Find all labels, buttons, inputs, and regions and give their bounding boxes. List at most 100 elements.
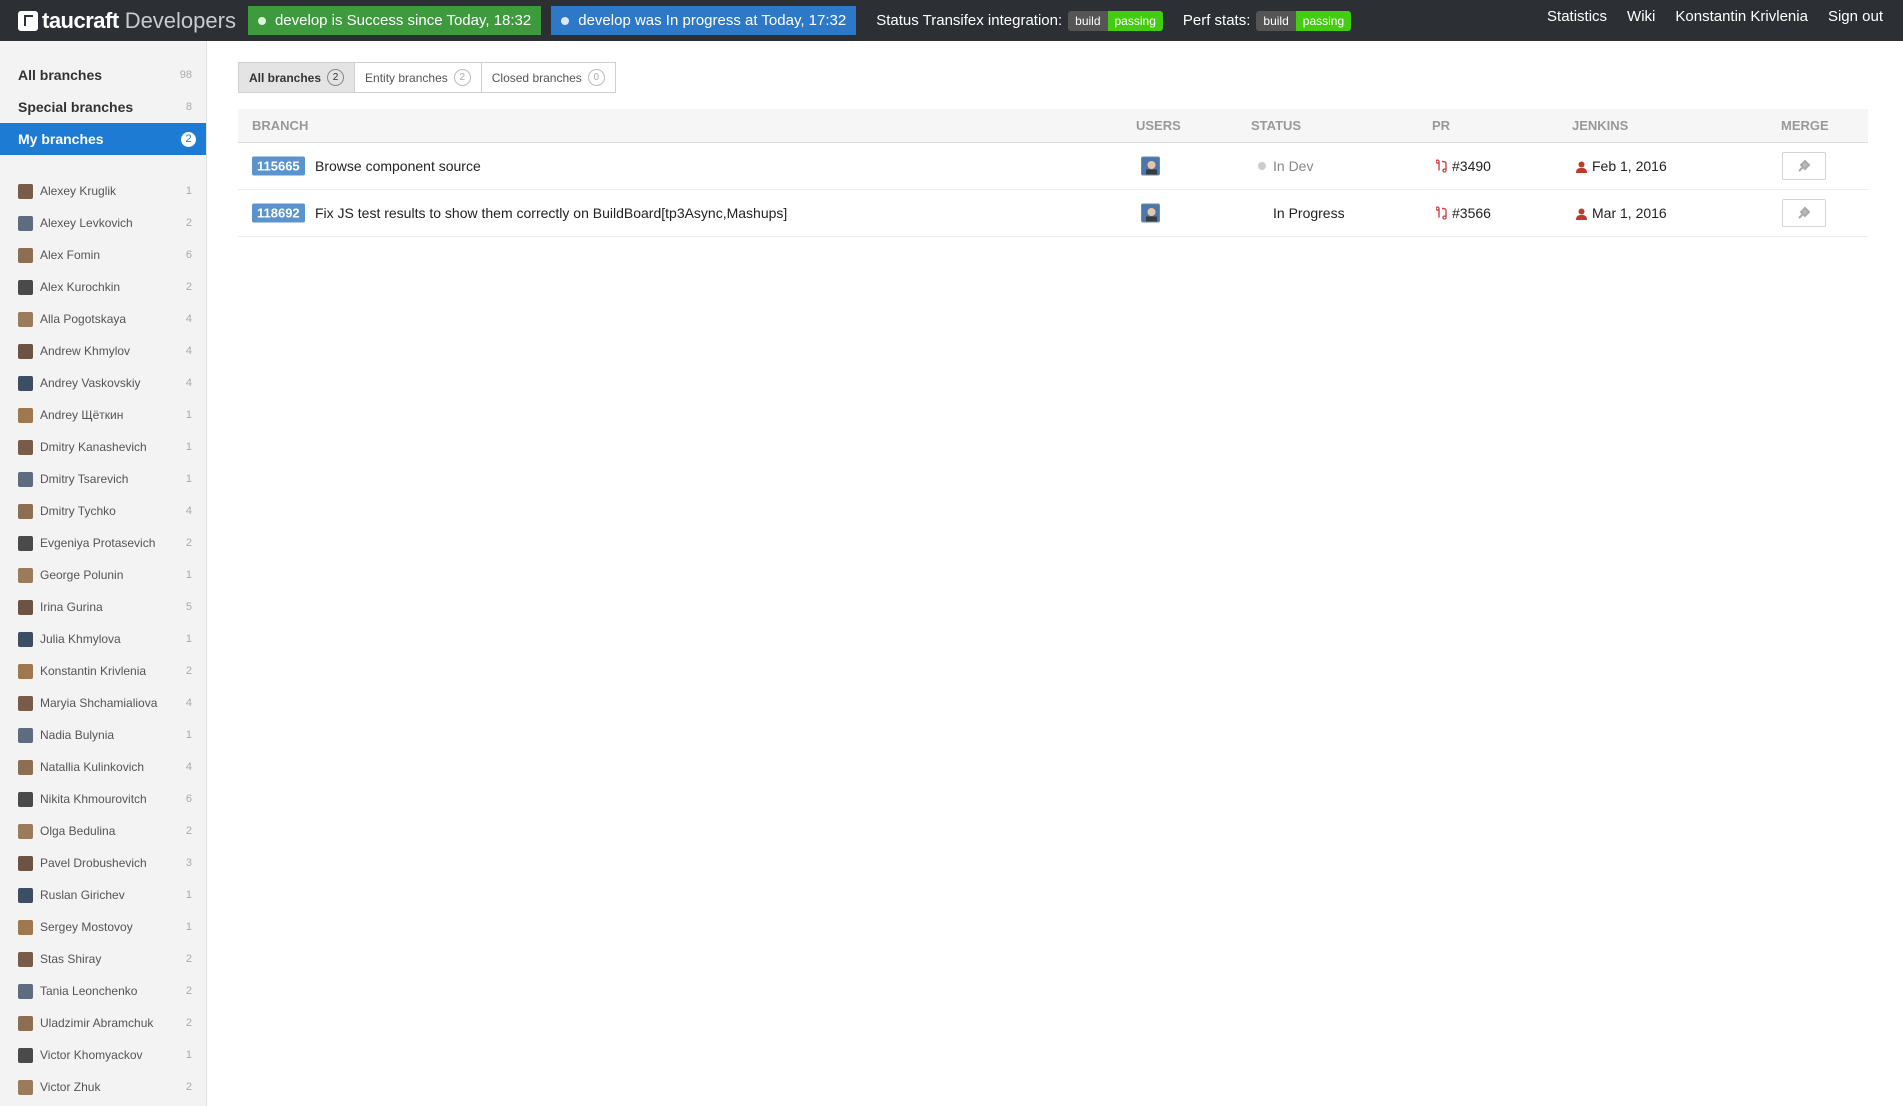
develop-success-status[interactable]: develop is Success since Today, 18:32 (247, 6, 542, 35)
user-avatar-icon (18, 791, 33, 807)
sidebar-user-item[interactable]: Sergey Mostovoy 1 (0, 911, 206, 943)
wiki-link[interactable]: Wiki (1627, 8, 1655, 25)
sidebar-item-special-branches[interactable]: Special branches 8 (0, 91, 206, 123)
sidebar-user-item[interactable]: Alexey Levkovich 2 (0, 207, 206, 239)
header-merge[interactable]: MERGE (1781, 118, 1829, 133)
sidebar-user-item[interactable]: Nadia Bulynia 1 (0, 719, 206, 751)
sidebar-user-item[interactable]: Alexey Kruglik 1 (0, 175, 206, 207)
tab-closed-branches[interactable]: Closed branches 0 (480, 62, 616, 93)
user-avatar-icon (18, 503, 33, 519)
user-branch-count: 2 (185, 985, 192, 997)
sidebar-user-item[interactable]: Nikita Khmourovitch 6 (0, 783, 206, 815)
brand-name: taucraft (42, 7, 119, 33)
statistics-link[interactable]: Statistics (1547, 8, 1607, 25)
top-links: Statistics Wiki Konstantin Krivlenia Sig… (1547, 0, 1903, 33)
badge-passing-label: passing (1107, 10, 1163, 31)
sidebar-item-my-branches[interactable]: My branches 2 (0, 123, 206, 155)
user-avatar-icon (18, 599, 33, 615)
sidebar-user-item[interactable]: Dmitry Tychko 4 (0, 495, 206, 527)
taucraft-logo-icon (18, 10, 38, 31)
tab-all-branches[interactable]: All branches 2 (238, 62, 356, 93)
user-branch-count: 4 (185, 505, 192, 517)
current-user-link[interactable]: Konstantin Krivlenia (1675, 8, 1808, 25)
brand-logo[interactable]: taucraft Developers (18, 0, 236, 41)
sidebar-user-item[interactable]: Victor Zhuk 2 (0, 1071, 206, 1103)
user-name: Konstantin Krivlenia (40, 664, 147, 678)
header-branch[interactable]: BRANCH (252, 118, 308, 133)
user-name: Ruslan Girichev (40, 888, 125, 902)
merge-button[interactable] (1782, 199, 1826, 227)
user-avatar-icon (18, 471, 33, 487)
pr-number[interactable]: #3566 (1452, 205, 1491, 221)
sidebar-user-item[interactable]: Natallia Kulinkovich 4 (0, 751, 206, 783)
develop-progress-status[interactable]: develop was In progress at Today, 17:32 (551, 6, 857, 35)
tab-count: 2 (453, 69, 471, 86)
user-avatar-icon (18, 375, 33, 391)
sidebar-user-item[interactable]: Olga Bedulina 2 (0, 815, 206, 847)
merge-icon (1798, 206, 1811, 219)
branch-id-badge[interactable]: 118692 (252, 203, 305, 223)
transifex-build-badge[interactable]: build passing (1068, 10, 1163, 31)
user-name: Natallia Kulinkovich (40, 760, 145, 774)
jenkins-status-icon (1576, 207, 1587, 220)
sidebar-user-item[interactable]: Victor Khomyackov 1 (0, 1039, 206, 1071)
jenkins-date[interactable]: Feb 1, 2016 (1592, 158, 1667, 174)
jenkins-date[interactable]: Mar 1, 2016 (1592, 205, 1667, 221)
user-branch-count: 2 (185, 281, 192, 293)
perf-label: Perf stats: (1182, 12, 1251, 29)
user-name: Alex Kurochkin (40, 280, 121, 294)
sidebar-user-item[interactable]: Julia Khmylova 1 (0, 623, 206, 655)
sidebar-user-item[interactable]: Andrey Щёткин 1 (0, 399, 206, 431)
header-users[interactable]: USERS (1136, 118, 1181, 133)
pull-request-icon (1435, 206, 1449, 220)
pull-request-icon (1435, 159, 1449, 173)
branch-id-badge[interactable]: 115665 (252, 156, 305, 176)
sidebar-user-item[interactable]: Evgeniya Protasevich 2 (0, 527, 206, 559)
sidebar-user-item[interactable]: Dmitry Kanashevich 1 (0, 431, 206, 463)
user-name: Nikita Khmourovitch (40, 792, 147, 806)
sidebar-user-item[interactable]: Maryia Shchamialiova 4 (0, 687, 206, 719)
pr-number[interactable]: #3490 (1452, 158, 1491, 174)
header-status[interactable]: STATUS (1251, 118, 1301, 133)
sidebar-user-item[interactable]: Andrey Vaskovskiy 4 (0, 367, 206, 399)
header-pr[interactable]: PR (1432, 118, 1450, 133)
sidebar-user-item[interactable]: Tania Leonchenko 2 (0, 975, 206, 1007)
tab-entity-branches[interactable]: Entity branches 2 (354, 62, 482, 93)
header-jenkins[interactable]: JENKINS (1572, 118, 1628, 133)
sidebar-user-item[interactable]: Andrew Khmylov 4 (0, 335, 206, 367)
sidebar-user-item[interactable]: Alex Fomin 6 (0, 239, 206, 271)
sidebar-user-item[interactable]: Alla Pogotskaya 4 (0, 303, 206, 335)
sidebar-user-item[interactable]: George Polunin 1 (0, 559, 206, 591)
user-name: Nadia Bulynia (40, 728, 115, 742)
user-avatar-icon (18, 823, 33, 839)
perf-build-badge[interactable]: build passing (1256, 10, 1352, 31)
user-branch-count: 4 (185, 313, 192, 325)
sidebar-user-item[interactable]: Stas Shiray 2 (0, 943, 206, 975)
sidebar-user-item[interactable]: Uladzimir Abramchuk 2 (0, 1007, 206, 1039)
merge-button[interactable] (1782, 152, 1826, 180)
table-row[interactable]: 115665 Browse component source In Dev #3… (238, 143, 1868, 190)
branch-title[interactable]: Browse component source (315, 158, 481, 174)
sign-out-link[interactable]: Sign out (1828, 8, 1883, 25)
table-row[interactable]: 118692 Fix JS test results to show them … (238, 190, 1868, 237)
user-avatar[interactable] (1141, 203, 1160, 223)
sidebar-item-all-branches[interactable]: All branches 98 (0, 59, 206, 91)
sidebar-user-item[interactable]: Irina Gurina 5 (0, 591, 206, 623)
user-avatar-icon (18, 695, 33, 711)
branch-title[interactable]: Fix JS test results to show them correct… (315, 205, 787, 221)
user-avatar-icon (18, 1079, 33, 1095)
branch-status: In Dev (1273, 158, 1314, 174)
user-branch-count: 2 (185, 1081, 192, 1093)
user-branch-count: 3 (185, 857, 192, 869)
sidebar-user-item[interactable]: Alex Kurochkin 2 (0, 271, 206, 303)
user-avatar[interactable] (1141, 156, 1160, 176)
sidebar-user-item[interactable]: Pavel Drobushevich 3 (0, 847, 206, 879)
sidebar-user-item[interactable]: Dmitry Tsarevich 1 (0, 463, 206, 495)
user-avatar-icon (18, 727, 33, 743)
user-name: Julia Khmylova (40, 632, 121, 646)
brand-subtitle: Developers (124, 7, 236, 33)
sidebar-user-item[interactable]: Konstantin Krivlenia 2 (0, 655, 206, 687)
user-branch-count: 1 (185, 409, 192, 421)
develop-success-text: develop is Success since Today, 18:32 (274, 12, 532, 29)
sidebar-user-item[interactable]: Ruslan Girichev 1 (0, 879, 206, 911)
